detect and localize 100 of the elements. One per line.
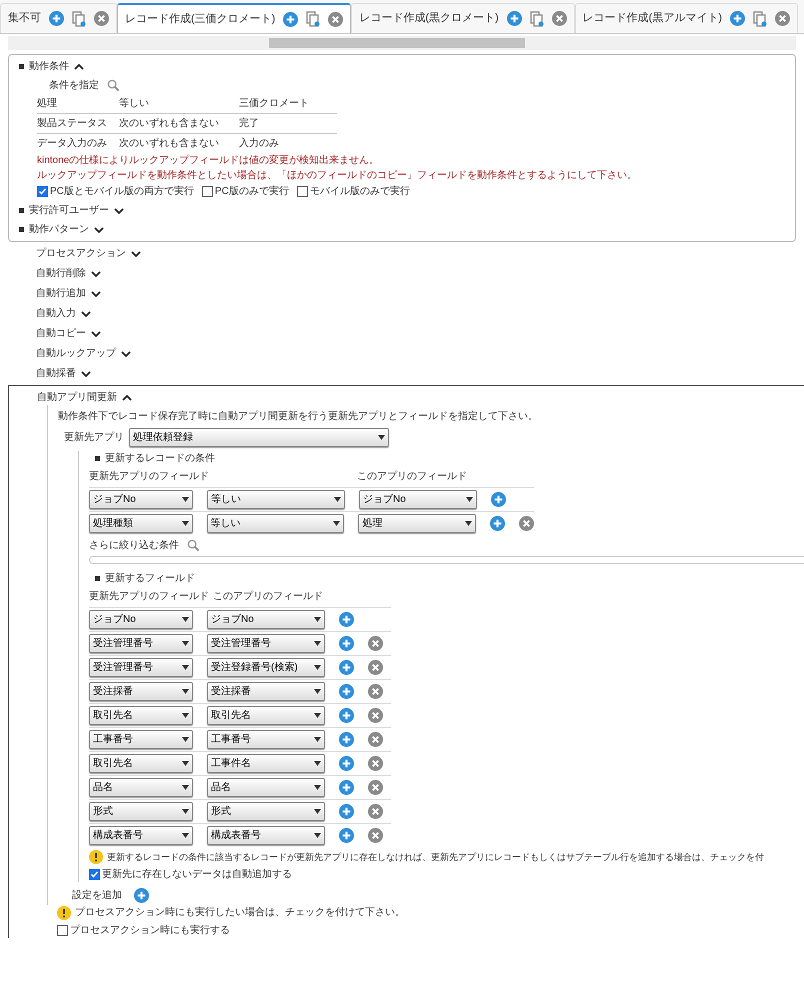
add-icon[interactable] — [49, 11, 64, 26]
dropdown[interactable]: 処理種類 — [89, 514, 193, 533]
remove-icon[interactable] — [368, 684, 383, 699]
remove-icon[interactable] — [519, 516, 534, 531]
dropdown[interactable]: 等しい — [207, 490, 345, 509]
checkbox[interactable] — [37, 186, 48, 197]
dropdown[interactable]: ジョブNo — [89, 610, 193, 629]
action-title[interactable]: 自動行追加 — [36, 286, 86, 301]
add-icon[interactable] — [490, 516, 505, 531]
dropdown[interactable]: 処理 — [358, 514, 476, 533]
action-title[interactable]: 自動入力 — [36, 306, 76, 321]
column-header: 更新先アプリのフィールド — [89, 590, 210, 604]
dropdown[interactable]: 受注管理番号 — [89, 658, 193, 677]
add-icon[interactable] — [339, 804, 354, 819]
tab[interactable]: レコード作成(黒クロメート) — [351, 3, 575, 33]
table-cell-text: 処理 — [37, 97, 58, 111]
action-title[interactable]: 自動アプリ間更新 — [37, 390, 117, 405]
copy-icon[interactable] — [752, 10, 767, 26]
dropdown[interactable]: 品名 — [207, 778, 325, 797]
action-title[interactable]: 自動コピー — [36, 326, 86, 341]
chevron-up-icon[interactable] — [74, 62, 84, 70]
add-icon[interactable] — [339, 660, 354, 675]
add-icon[interactable] — [339, 732, 354, 747]
remove-icon[interactable] — [552, 11, 567, 26]
chevron-down-icon[interactable] — [81, 310, 91, 318]
chevron-down-icon[interactable] — [114, 206, 124, 214]
dropdown[interactable]: 形式 — [89, 802, 193, 821]
dropdown[interactable]: ジョブNo — [207, 610, 325, 629]
chevron-down-icon[interactable] — [121, 350, 131, 358]
dropdown[interactable]: 受注採番 — [89, 682, 193, 701]
dropdown[interactable]: 取引先名 — [207, 706, 325, 725]
add-icon[interactable] — [339, 780, 354, 795]
remove-icon[interactable] — [368, 708, 383, 723]
dropdown[interactable]: 受注登録番号(検索) — [207, 658, 325, 677]
add-icon[interactable] — [339, 828, 354, 843]
remove-icon[interactable] — [368, 660, 383, 675]
remove-icon[interactable] — [328, 12, 344, 26]
remove-icon[interactable] — [368, 732, 383, 747]
checkbox[interactable] — [202, 186, 213, 197]
action-title[interactable]: プロセスアクション — [36, 246, 126, 261]
remove-icon[interactable] — [368, 756, 383, 771]
chevron-down-icon[interactable] — [91, 290, 101, 298]
refine-field[interactable] — [89, 556, 804, 564]
checkbox[interactable] — [57, 925, 68, 936]
chevron-down-icon[interactable] — [91, 270, 101, 278]
tab[interactable]: レコード作成(三価クロメート) — [117, 3, 352, 33]
copy-icon[interactable] — [72, 10, 86, 26]
dropdown[interactable]: ジョブNo — [359, 490, 477, 509]
add-icon[interactable] — [339, 612, 354, 627]
add-icon[interactable] — [339, 756, 354, 771]
remove-icon[interactable] — [368, 804, 383, 819]
notice-text: プロセスアクション時にも実行したい場合は、チェックを付けて下さい。 — [75, 906, 405, 920]
dropdown[interactable]: 受注管理番号 — [89, 634, 193, 653]
checkbox[interactable] — [296, 186, 308, 197]
dropdown[interactable]: 工事番号 — [89, 730, 193, 749]
copy-icon[interactable] — [306, 11, 320, 27]
dropdown[interactable]: 取引先名 — [89, 706, 193, 725]
scrollbar[interactable] — [8, 36, 796, 50]
checkbox-label: プロセスアクション時にも実行する — [70, 924, 230, 938]
add-icon[interactable] — [134, 888, 149, 903]
action-title[interactable]: 自動行削除 — [36, 266, 86, 281]
chevron-down-icon[interactable] — [131, 250, 141, 258]
add-icon[interactable] — [339, 708, 354, 723]
dropdown[interactable]: ジョブNo — [89, 490, 193, 509]
dropdown[interactable]: 処理依頼登録 — [129, 428, 389, 447]
remove-icon[interactable] — [368, 828, 383, 843]
search-icon[interactable] — [107, 79, 120, 92]
add-icon[interactable] — [339, 636, 354, 651]
dropdown[interactable]: 構成表番号 — [89, 826, 193, 845]
add-icon[interactable] — [283, 12, 298, 26]
chevron-up-icon[interactable] — [122, 394, 132, 402]
dropdown[interactable]: 受注採番 — [207, 682, 325, 701]
dropdown[interactable]: 工事件名 — [207, 754, 325, 773]
caret-icon — [314, 737, 321, 742]
add-icon[interactable] — [730, 11, 745, 26]
chevron-down-icon[interactable] — [94, 226, 104, 234]
copy-icon[interactable] — [530, 10, 544, 26]
action-title[interactable]: 自動採番 — [36, 366, 76, 381]
remove-icon[interactable] — [94, 11, 109, 26]
dropdown[interactable]: 工事番号 — [207, 730, 325, 749]
add-icon[interactable] — [506, 11, 522, 26]
chevron-down-icon[interactable] — [91, 330, 101, 338]
dropdown[interactable]: 取引先名 — [89, 754, 193, 773]
dropdown[interactable]: 構成表番号 — [207, 826, 325, 845]
search-icon[interactable] — [187, 539, 200, 552]
dropdown[interactable]: 品名 — [89, 778, 193, 797]
remove-icon[interactable] — [368, 780, 383, 795]
tab[interactable]: レコード作成(黒アルマイト) — [574, 3, 798, 33]
checkbox[interactable] — [89, 869, 100, 880]
add-icon[interactable] — [339, 684, 354, 699]
dropdown[interactable]: 受注管理番号 — [207, 634, 325, 653]
remove-icon[interactable] — [774, 11, 790, 26]
action-title[interactable]: 自動ルックアップ — [36, 346, 116, 361]
chevron-down-icon[interactable] — [81, 370, 91, 378]
dropdown[interactable]: 形式 — [207, 802, 325, 821]
dropdown[interactable]: 等しい — [206, 514, 344, 533]
remove-icon[interactable] — [368, 636, 383, 651]
add-icon[interactable] — [491, 492, 506, 507]
table-cell-text: 等しい — [119, 97, 150, 111]
tab[interactable]: 集不可 — [0, 3, 117, 33]
